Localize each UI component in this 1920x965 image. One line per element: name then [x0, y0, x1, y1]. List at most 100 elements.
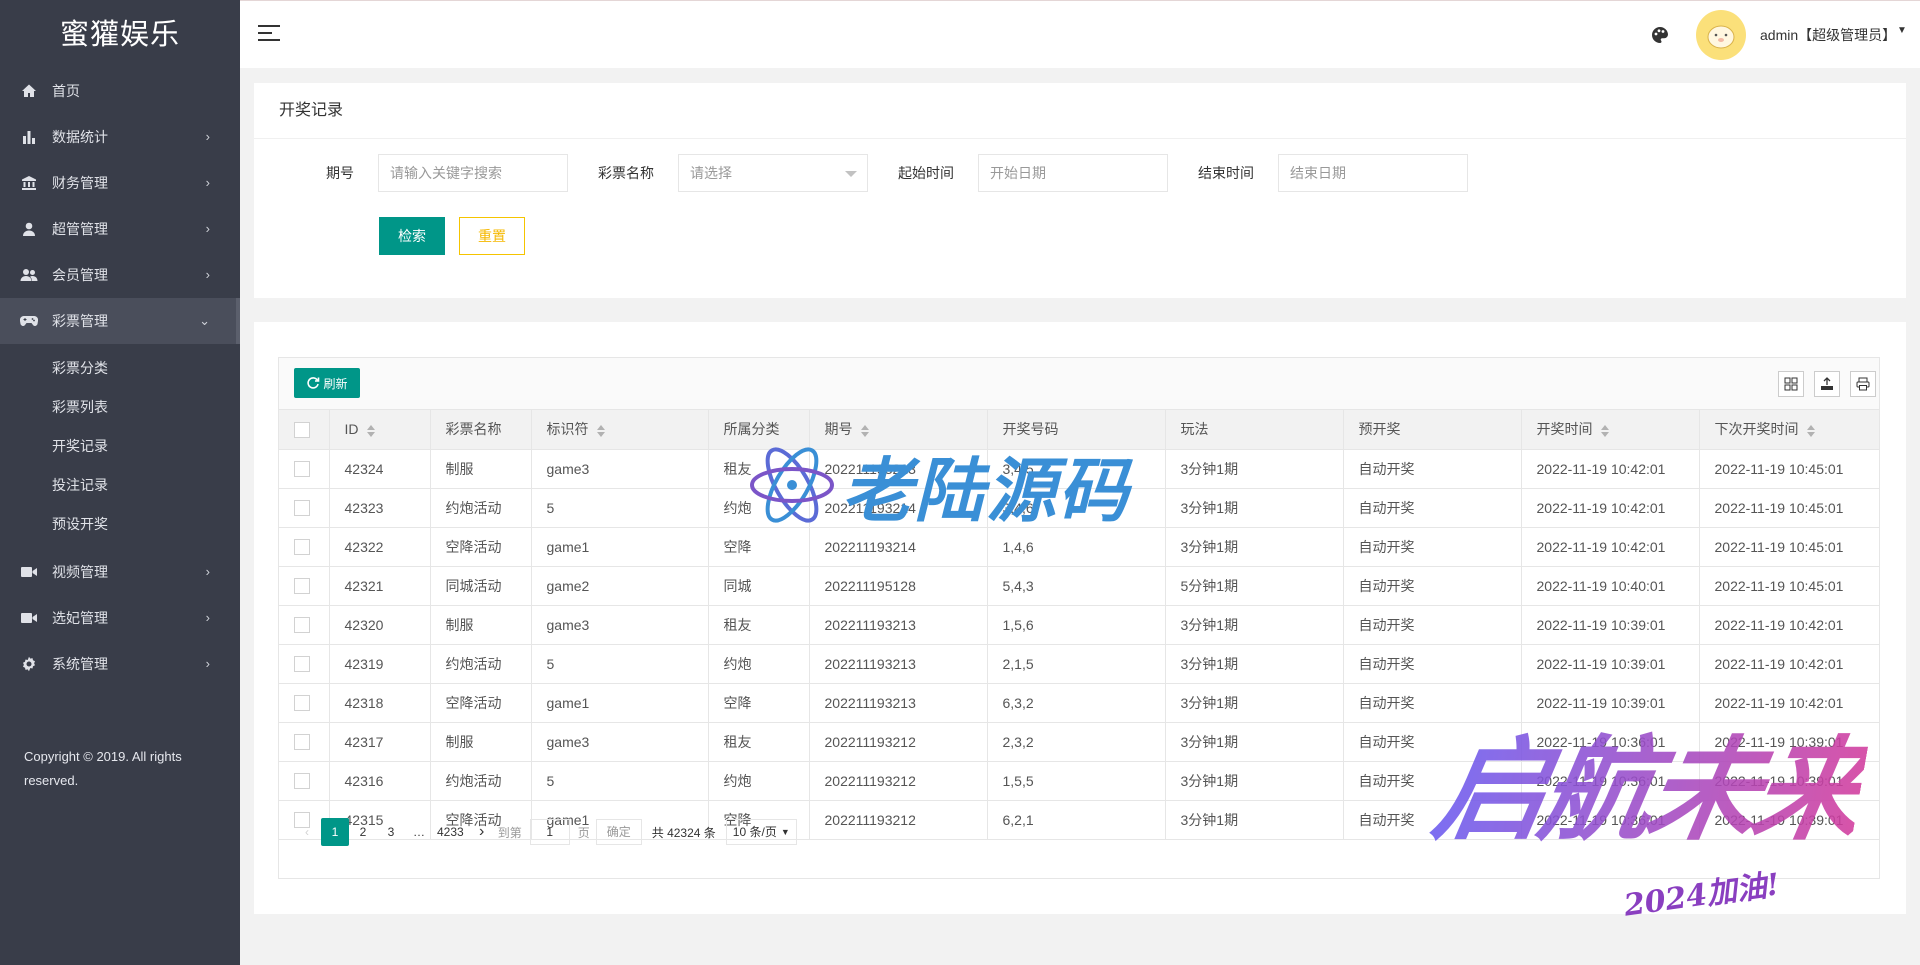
row-select-cell[interactable]: [279, 683, 330, 723]
table-cell: 3分钟1期: [1165, 488, 1344, 528]
refresh-button[interactable]: 刷新: [294, 368, 360, 398]
sidebar-item-label: 超管管理: [52, 221, 108, 237]
table-cell: 2,1,5: [987, 644, 1166, 684]
row-select-cell[interactable]: [279, 566, 330, 606]
chevron-right-icon: ›: [205, 221, 210, 236]
user-avatar[interactable]: [1696, 10, 1746, 60]
row-select-cell[interactable]: [279, 761, 330, 801]
table-row[interactable]: 42319 约炮活动 5 约炮 202211193213 2,1,5 3分钟1期 自动开奖 20…: [279, 644, 1879, 684]
sidebar-item-after-2[interactable]: 系统管理 ›: [0, 641, 240, 687]
table-cell: 42323: [329, 488, 431, 528]
table-cell: 2022-11-19 10:42:01: [1699, 605, 1879, 645]
col-header-play: 玩法: [1165, 410, 1344, 450]
row-select-cell[interactable]: [279, 488, 330, 528]
select-all-cell[interactable]: [279, 410, 330, 450]
table-cell: 5: [531, 761, 709, 801]
col-header-id[interactable]: ID: [329, 410, 431, 450]
table-cell: 2022-11-19 10:36:01: [1521, 761, 1700, 801]
table-cell: 自动开奖: [1343, 644, 1522, 684]
search-button[interactable]: 检索: [379, 217, 445, 255]
table-cell: 2022-11-19 10:42:01: [1521, 488, 1700, 528]
row-checkbox[interactable]: [294, 617, 310, 634]
row-checkbox[interactable]: [294, 500, 310, 517]
caret-down-icon[interactable]: ▼: [1897, 25, 1907, 36]
chevron-right-icon: ›: [205, 564, 210, 579]
select-all-checkbox[interactable]: [294, 421, 310, 438]
menu-toggle-icon[interactable]: [258, 25, 280, 43]
table-row[interactable]: 42317 制服 game3 租友 202211193212 2,3,2 3分钟1期 自动开奖…: [279, 722, 1879, 762]
theme-palette-icon[interactable]: [1650, 25, 1670, 45]
table-cell: 约炮: [708, 644, 810, 684]
period-input[interactable]: 请输入关键字搜索: [378, 154, 568, 192]
table-cell: 2022-11-19 10:40:01: [1521, 566, 1700, 606]
row-select-cell[interactable]: [279, 722, 330, 762]
page-button[interactable]: 2: [349, 818, 377, 846]
page-button[interactable]: 4233: [433, 818, 468, 846]
page-size-select[interactable]: 10 条/页 ▼: [725, 819, 797, 845]
table-cell: 2022-11-19 10:42:01: [1521, 527, 1700, 567]
export-icon[interactable]: [1814, 371, 1840, 397]
sort-icon[interactable]: [1806, 424, 1815, 437]
lottery-select[interactable]: 请选择: [678, 154, 868, 192]
table-cell: 自动开奖: [1343, 722, 1522, 762]
row-select-cell[interactable]: [279, 644, 330, 684]
submenu-item-0[interactable]: 彩票分类: [0, 349, 240, 388]
sidebar-item-label: 视频管理: [52, 564, 108, 580]
row-checkbox[interactable]: [294, 734, 310, 751]
table-cell: 自动开奖: [1343, 683, 1522, 723]
sidebar-item-3[interactable]: 超管管理 ›: [0, 206, 240, 252]
submenu-item-2[interactable]: 开奖记录: [0, 427, 240, 466]
sidebar-item-1[interactable]: 数据统计 ›: [0, 114, 240, 160]
sidebar-item-label: 首页: [52, 83, 80, 99]
sidebar-item-after-0[interactable]: 视频管理 ›: [0, 549, 240, 595]
columns-filter-icon[interactable]: [1778, 371, 1804, 397]
user-name[interactable]: admin【超级管理员】: [1760, 25, 1896, 45]
table-row[interactable]: 42320 制服 game3 租友 202211193213 1,5,6 3分钟1期 自动开奖…: [279, 605, 1879, 645]
col-header-next-time[interactable]: 下次开奖时间: [1699, 410, 1879, 450]
table-row[interactable]: 42316 约炮活动 5 约炮 202211193212 1,5,5 3分钟1期 自动开奖 20…: [279, 761, 1879, 801]
search-panel: 开奖记录 期号 请输入关键字搜索 彩票名称 请选择 起始时间 开始日期 结束时间…: [254, 83, 1906, 298]
col-header-label: 彩票名称: [445, 421, 502, 438]
sort-icon[interactable]: [1600, 424, 1609, 437]
table-cell: game3: [531, 449, 709, 489]
page-button[interactable]: 1: [321, 818, 349, 846]
chevron-down-icon: ⌄: [199, 313, 210, 328]
sidebar-item-after-1[interactable]: 选妃管理 ›: [0, 595, 240, 641]
submenu-item-1[interactable]: 彩票列表: [0, 388, 240, 427]
sidebar-item-2[interactable]: 财务管理 ›: [0, 160, 240, 206]
sidebar-item-0[interactable]: 首页: [0, 68, 240, 114]
end-date-input[interactable]: 结束日期: [1278, 154, 1468, 192]
sidebar-item-4[interactable]: 会员管理 ›: [0, 252, 240, 298]
table-cell: 制服: [430, 605, 532, 645]
table-row[interactable]: 42318 空降活动 game1 空降 202211193213 6,3,2 3分钟1期 自动…: [279, 683, 1879, 723]
table-cell: 制服: [430, 449, 532, 489]
goto-page-input[interactable]: 1: [529, 819, 570, 845]
reset-button[interactable]: 重置: [459, 217, 525, 255]
row-checkbox[interactable]: [294, 695, 310, 712]
col-header-identifier[interactable]: 标识符: [531, 410, 709, 450]
row-select-cell[interactable]: [279, 527, 330, 567]
page-button[interactable]: 3: [377, 818, 405, 846]
camera-icon: [20, 609, 38, 627]
row-select-cell[interactable]: [279, 449, 330, 489]
goto-confirm-button[interactable]: 确定: [595, 819, 642, 845]
row-checkbox[interactable]: [294, 461, 310, 478]
row-checkbox[interactable]: [294, 578, 310, 595]
prev-page-icon[interactable]: ‹: [293, 818, 321, 846]
row-checkbox[interactable]: [294, 656, 310, 673]
row-select-cell[interactable]: [279, 605, 330, 645]
row-checkbox[interactable]: [294, 773, 310, 790]
start-date-input[interactable]: 开始日期: [978, 154, 1168, 192]
submenu-item-4[interactable]: 预设开奖: [0, 505, 240, 544]
table-row[interactable]: 42321 同城活动 game2 同城 202211195128 5,4,3 5分钟1期 自动…: [279, 566, 1879, 606]
print-icon[interactable]: [1850, 371, 1876, 397]
row-checkbox[interactable]: [294, 539, 310, 556]
col-header-draw-time[interactable]: 开奖时间: [1521, 410, 1700, 450]
submenu-item-3[interactable]: 投注记录: [0, 466, 240, 505]
table-cell: 空降活动: [430, 683, 532, 723]
sort-icon[interactable]: [596, 424, 605, 437]
table-cell: 同城: [708, 566, 810, 606]
sidebar-item-5[interactable]: 彩票管理 ⌄: [0, 298, 240, 344]
next-page-icon[interactable]: ›: [468, 818, 496, 846]
sort-icon[interactable]: [366, 424, 375, 437]
